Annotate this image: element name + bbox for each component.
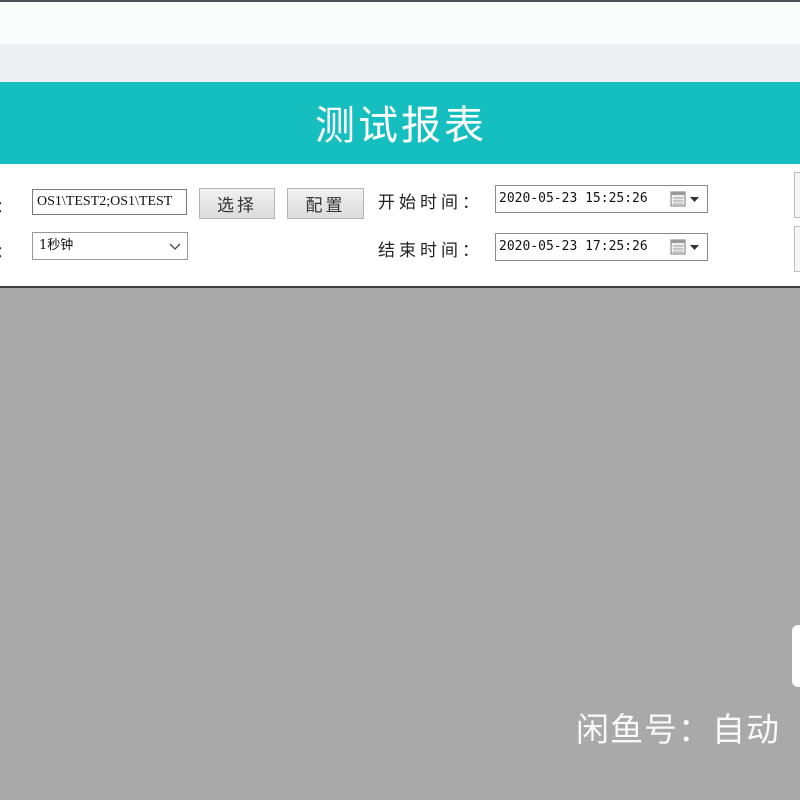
end-time-label: 结束时间： [378, 241, 483, 261]
toolbar-strip [0, 44, 800, 82]
title-banner: 测试报表 [0, 82, 800, 164]
select-button[interactable]: 选择 [199, 188, 275, 219]
path-label-colon: ： [0, 193, 12, 217]
export-button-partial[interactable] [794, 226, 800, 272]
calendar-icon[interactable] [670, 239, 702, 256]
page-title: 测试报表 [315, 103, 487, 149]
query-button-partial[interactable] [794, 172, 800, 218]
start-time-picker[interactable]: 2020-05-23 15:25:26 [495, 185, 708, 213]
interval-label-colon: ： [0, 238, 12, 262]
end-time-picker[interactable]: 2020-05-23 17:25:26 [495, 233, 708, 261]
config-button[interactable]: 配置 [287, 188, 364, 219]
interval-selected-value: 1秒钟 [39, 238, 74, 253]
start-time-label: 开始时间： [378, 193, 483, 213]
report-window: 测试报表 ： OS1\TEST2;OS1\TEST 选择 配置 ： 1秒钟 开始… [0, 0, 800, 800]
start-time-value: 2020-05-23 15:25:26 [499, 191, 648, 206]
top-bar [0, 0, 800, 44]
path-input[interactable]: OS1\TEST2;OS1\TEST [32, 189, 187, 215]
interval-select[interactable]: 1秒钟 [32, 232, 188, 260]
scroll-handle[interactable] [792, 625, 800, 687]
filter-panel: ： OS1\TEST2;OS1\TEST 选择 配置 ： 1秒钟 开始时间： 2… [0, 164, 800, 288]
chevron-down-icon [169, 243, 181, 250]
end-time-value: 2020-05-23 17:25:26 [499, 239, 648, 254]
calendar-icon[interactable] [670, 191, 702, 208]
watermark-text: 闲鱼号：自动 [576, 710, 780, 749]
